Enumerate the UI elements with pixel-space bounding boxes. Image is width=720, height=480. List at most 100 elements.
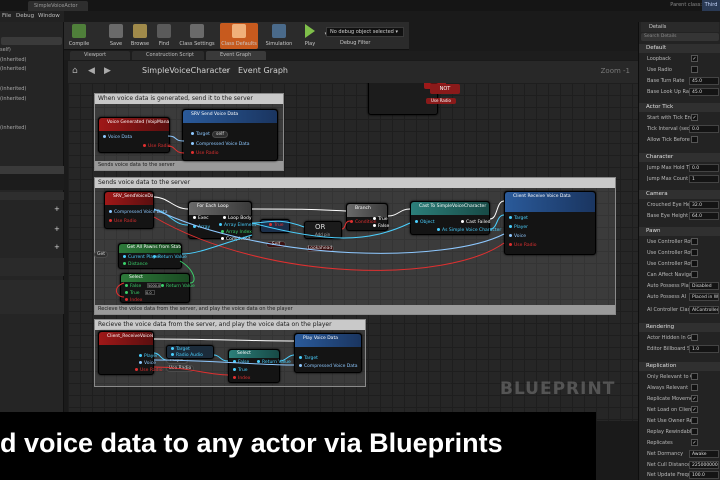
save-button[interactable]: Save (104, 23, 128, 49)
wire-voice-data (167, 135, 185, 142)
wire-distance (179, 260, 195, 284)
title-bar: SimpleVoiceActor Parent class: Third (0, 0, 720, 11)
prop-row[interactable]: Net Use Owner Relevancy (639, 416, 720, 426)
prop-row[interactable]: Net Cull Distance Squared225000000.0 (639, 460, 720, 470)
category-replication[interactable]: Replication (639, 362, 720, 371)
details-panel: Details Search Details Default Loopback ✓… (638, 22, 720, 480)
wire-cast-exec (489, 200, 505, 220)
wire-cast-result (489, 214, 505, 230)
menu-window[interactable]: Window (38, 13, 60, 19)
wire-select-index (116, 282, 125, 298)
wire-audio-false (213, 354, 229, 362)
list-item[interactable]: (inherited) (0, 125, 26, 131)
prop-row[interactable]: Net Dormancy Awake (639, 449, 720, 459)
category-actor-tick[interactable]: Actor Tick (639, 103, 720, 112)
category-default[interactable]: Default (639, 44, 720, 53)
graph-breadcrumb-bar: ⌂ ◀ ▶ SimpleVoiceCharacter › Event Graph… (68, 61, 638, 83)
wire-branch-true (387, 208, 411, 217)
prop-row[interactable]: Allow Tick Before Begin Play (639, 135, 720, 145)
prop-row[interactable]: Jump Max Count 1 (639, 174, 720, 184)
compile-button[interactable]: Compile (66, 23, 92, 49)
tab-viewport[interactable]: Viewport (70, 51, 130, 60)
prop-row[interactable]: AI Controller Class AIController (639, 305, 720, 315)
category-camera[interactable]: Camera (639, 190, 720, 199)
prop-row[interactable]: Net Load on Client ✓ (639, 405, 720, 415)
category-character[interactable]: Character (639, 153, 720, 162)
prop-row[interactable]: Auto Possess Player Disabled (639, 281, 720, 291)
prop-row[interactable]: Use Radio (639, 65, 720, 75)
class-settings-button[interactable]: Class Settings (177, 23, 217, 49)
wire-array (153, 209, 189, 226)
prop-row[interactable]: Base Turn Rate 45.0 (639, 76, 720, 86)
forward-arrow-icon[interactable]: ▶ (104, 66, 114, 76)
add-icon[interactable]: + (54, 205, 60, 213)
prop-row[interactable]: Tick Interval (secs) 0.0 (639, 124, 720, 134)
breadcrumb-root[interactable]: SimpleVoiceCharacter (142, 66, 230, 75)
prop-row[interactable]: Use Controller Rotation Roll (639, 259, 720, 269)
my-blueprint-panel: self) (Inherited) (Inherited) (inherited… (0, 22, 64, 422)
prop-row[interactable]: Auto Possess AIPlaced in World (639, 292, 720, 302)
graph-wires (116, 135, 505, 376)
wire-element (251, 220, 305, 228)
prop-row[interactable]: Loopback ✓ (639, 54, 720, 64)
third-person-badge[interactable]: Third (702, 0, 720, 11)
menu-debug[interactable]: Debug (16, 13, 34, 19)
simulation-icon (272, 24, 286, 38)
search-input[interactable] (1, 37, 62, 45)
zoom-level: Zoom -1 (600, 67, 630, 75)
back-arrow-icon[interactable]: ◀ (88, 66, 98, 76)
asset-tab[interactable]: SimpleVoiceActor (28, 1, 88, 11)
add-icon[interactable]: + (54, 225, 60, 233)
prop-row[interactable]: Only Relevant to Owner (639, 372, 720, 382)
home-icon[interactable]: ⌂ (72, 66, 82, 76)
section-header[interactable] (0, 192, 64, 200)
play-icon (305, 24, 315, 38)
video-caption: d voice data to any actor via Blueprints (0, 412, 596, 480)
play-button[interactable]: Play (300, 23, 320, 49)
prop-row[interactable]: Use Controller Rotation Pitch (639, 237, 720, 247)
menu-file[interactable]: File (2, 13, 11, 19)
wire-pawns (181, 234, 253, 255)
breadcrumb-leaf[interactable]: Event Graph (238, 66, 288, 75)
folder-icon (133, 24, 147, 38)
save-icon (109, 24, 123, 38)
prop-row[interactable]: Can Affect Navigation (639, 270, 720, 280)
prop-row[interactable]: Base Eye Height 64.0 (639, 211, 720, 221)
prop-row[interactable]: Net Update Frequency100.0 (639, 470, 720, 480)
prop-row[interactable]: Replay Rewindable (639, 427, 720, 437)
prop-row[interactable]: Use Controller Rotation Yaw (639, 248, 720, 258)
find-button[interactable]: Find (154, 23, 174, 49)
prop-row[interactable]: Replicates ✓ (639, 438, 720, 448)
tab-construction-script[interactable]: Construction Script (132, 51, 204, 60)
simulation-button[interactable]: Simulation (262, 23, 296, 49)
category-pawn[interactable]: Pawn (639, 227, 720, 236)
list-item[interactable]: (inherited) (0, 96, 26, 102)
details-title[interactable]: Details (641, 22, 719, 32)
prop-row[interactable]: Crouched Eye Height32.0 (639, 200, 720, 210)
prop-row[interactable]: Editor Billboard Scale1.0 (639, 344, 720, 354)
tab-event-graph[interactable]: Event Graph (206, 51, 266, 60)
add-icon[interactable]: + (54, 243, 60, 251)
prop-row[interactable]: Replicate Movement✓ (639, 394, 720, 404)
list-item[interactable]: (Inherited) (0, 66, 26, 72)
prop-row[interactable]: Always Relevant (639, 383, 720, 393)
prop-row[interactable]: Start with Tick Enabled✓ (639, 113, 720, 123)
section-body (0, 258, 64, 276)
event-graph-canvas[interactable]: NOT Use Radio When voice data is generat… (68, 83, 638, 421)
prop-row[interactable]: Actor Hidden In Game (639, 333, 720, 343)
breadcrumb-separator: › (226, 66, 230, 75)
caption-text: d voice data to any actor via Blueprints (0, 428, 503, 458)
wire-condition (341, 220, 351, 230)
category-rendering[interactable]: Rendering (639, 323, 720, 332)
list-item[interactable]: self) (0, 47, 11, 53)
list-item[interactable]: (Inherited) (0, 57, 26, 63)
editor-tabstrip: Viewport Construction Script Event Graph (64, 51, 638, 60)
wire-client-exec (153, 338, 295, 342)
prop-row[interactable]: Base Look Up Rate 45.0 (639, 87, 720, 97)
browse-button[interactable]: Browse (128, 23, 152, 49)
prop-row[interactable]: Jump Max Hold Time0.0 (639, 163, 720, 173)
list-item[interactable]: (inherited) (0, 86, 26, 92)
details-search-input[interactable]: Search Details (641, 33, 719, 41)
class-defaults-button[interactable]: Class Defaults (220, 23, 258, 49)
debug-object-select[interactable]: No debug object selected ▾ (326, 27, 404, 37)
